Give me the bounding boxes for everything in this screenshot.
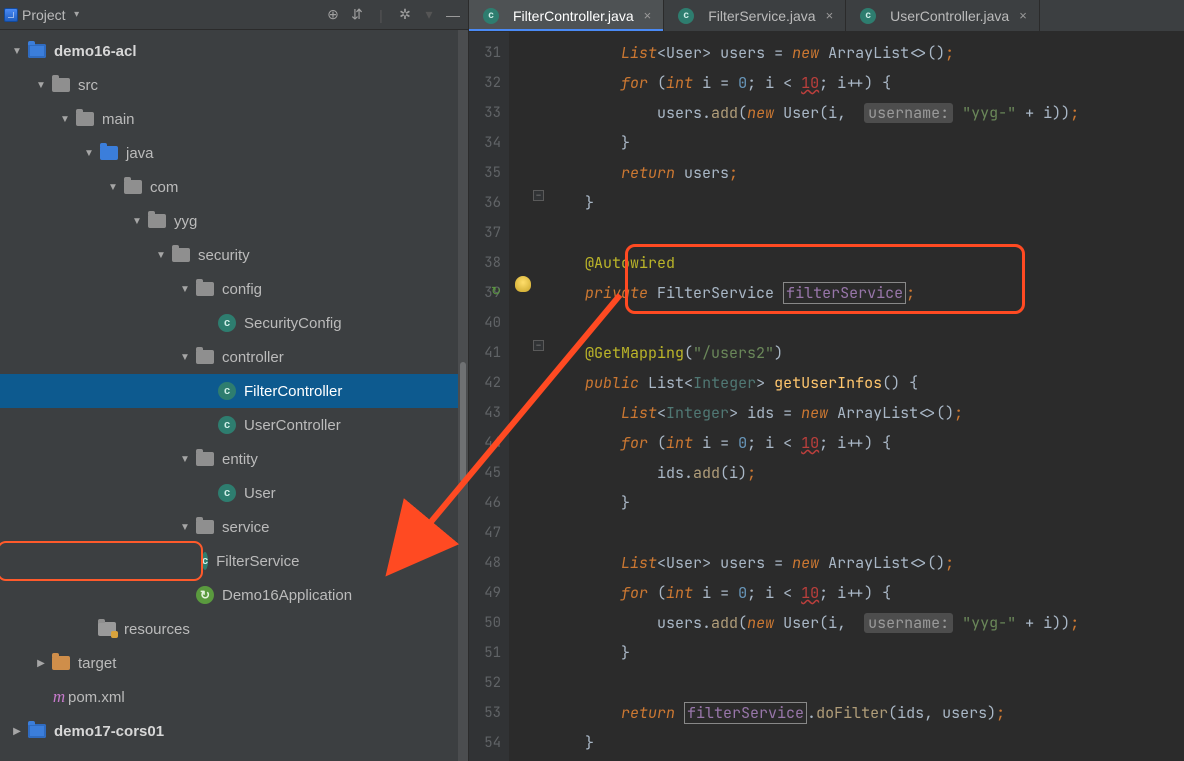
chevron-down-icon[interactable]: ▾ xyxy=(420,6,438,24)
class-icon xyxy=(218,416,236,434)
package-icon xyxy=(148,214,166,228)
tree-class-demo16application[interactable]: Demo16Application xyxy=(0,578,468,612)
line-gutter: 3132333435363738394041424344454647484950… xyxy=(469,32,509,761)
tab-usercontroller[interactable]: UserController.java× xyxy=(846,0,1040,31)
class-icon xyxy=(202,552,208,570)
class-icon xyxy=(218,484,236,502)
fold-icon[interactable]: − xyxy=(533,340,544,351)
tree-package-service[interactable]: ▼service xyxy=(0,510,468,544)
module-icon xyxy=(28,44,46,58)
package-icon xyxy=(196,350,214,364)
editor-body[interactable]: 3132333435363738394041424344454647484950… xyxy=(469,32,1184,761)
fold-icon[interactable]: − xyxy=(533,190,544,201)
hide-icon[interactable]: — xyxy=(444,6,462,24)
close-icon[interactable]: × xyxy=(1019,8,1027,23)
class-icon xyxy=(860,8,876,24)
tree-folder-src[interactable]: ▼src xyxy=(0,68,468,102)
editor-tabs: FilterController.java× FilterService.jav… xyxy=(469,0,1184,32)
tab-filterservice[interactable]: FilterService.java× xyxy=(664,0,846,31)
tree-package-controller[interactable]: ▼controller xyxy=(0,340,468,374)
project-dropdown[interactable]: Project ▾ xyxy=(4,7,86,23)
tree-module-demo16[interactable]: ▼demo16-acl xyxy=(0,34,468,68)
package-icon xyxy=(196,520,214,534)
close-icon[interactable]: × xyxy=(826,8,834,23)
class-icon xyxy=(218,314,236,332)
project-scope-icon xyxy=(4,8,18,22)
tree-package-yyg[interactable]: ▼yyg xyxy=(0,204,468,238)
tree-folder-main[interactable]: ▼main xyxy=(0,102,468,136)
module-icon xyxy=(28,724,46,738)
intention-bulb-icon[interactable] xyxy=(515,276,531,292)
tree-class-usercontroller[interactable]: UserController xyxy=(0,408,468,442)
tree-package-security[interactable]: ▼security xyxy=(0,238,468,272)
project-panel: Project ▾ ⊕ ⇵ | ✲ ▾ — ▼demo16-acl ▼src ▼… xyxy=(0,0,469,761)
tab-filtercontroller[interactable]: FilterController.java× xyxy=(469,0,664,31)
class-icon xyxy=(218,382,236,400)
gear-icon[interactable]: ✲ xyxy=(396,6,414,24)
app-root: Project ▾ ⊕ ⇵ | ✲ ▾ — ▼demo16-acl ▼src ▼… xyxy=(0,0,1184,761)
editor-area: FilterController.java× FilterService.jav… xyxy=(469,0,1184,761)
project-scrollbar[interactable] xyxy=(458,30,468,761)
tree-module-demo17[interactable]: ▶demo17-cors01 xyxy=(0,714,468,748)
chevron-down-icon: ▾ xyxy=(70,9,84,20)
tree-class-user[interactable]: User xyxy=(0,476,468,510)
class-icon xyxy=(483,8,499,24)
project-title: Project xyxy=(22,7,66,23)
maven-icon: m xyxy=(50,687,68,707)
tree-file-pom[interactable]: mpom.xml xyxy=(0,680,468,714)
package-icon xyxy=(196,452,214,466)
tree-folder-target[interactable]: ▶target xyxy=(0,646,468,680)
locate-icon[interactable]: ⊕ xyxy=(324,6,342,24)
package-icon xyxy=(196,282,214,296)
package-icon xyxy=(124,180,142,194)
tree-package-entity[interactable]: ▼entity xyxy=(0,442,468,476)
toolbar-divider: | xyxy=(372,6,390,24)
spring-gutter-icon[interactable]: ↻ xyxy=(491,284,501,298)
project-toolbar: ⊕ ⇵ | ✲ ▾ — xyxy=(324,6,462,24)
tree-class-filtercontroller[interactable]: FilterController xyxy=(0,374,468,408)
resources-folder-icon xyxy=(98,622,116,636)
tree-class-securityconfig[interactable]: SecurityConfig xyxy=(0,306,468,340)
tree-package-com[interactable]: ▼com xyxy=(0,170,468,204)
spring-boot-icon xyxy=(196,586,214,604)
code-editor[interactable]: List<User> users = new ArrayList<>(); fo… xyxy=(509,32,1184,761)
tree-package-config[interactable]: ▼config xyxy=(0,272,468,306)
tree-class-filterservice[interactable]: FilterService xyxy=(0,544,200,578)
class-icon xyxy=(678,8,694,24)
folder-icon xyxy=(76,112,94,126)
project-header: Project ▾ ⊕ ⇵ | ✲ ▾ — xyxy=(0,0,468,30)
tree-folder-resources[interactable]: resources xyxy=(0,612,468,646)
close-icon[interactable]: × xyxy=(644,8,652,23)
project-tree[interactable]: ▼demo16-acl ▼src ▼main ▼java ▼com ▼yyg ▼… xyxy=(0,30,468,756)
source-folder-icon xyxy=(100,146,118,160)
package-icon xyxy=(172,248,190,262)
tree-folder-java[interactable]: ▼java xyxy=(0,136,468,170)
folder-icon xyxy=(52,78,70,92)
expand-icon[interactable]: ⇵ xyxy=(348,6,366,24)
target-folder-icon xyxy=(52,656,70,670)
